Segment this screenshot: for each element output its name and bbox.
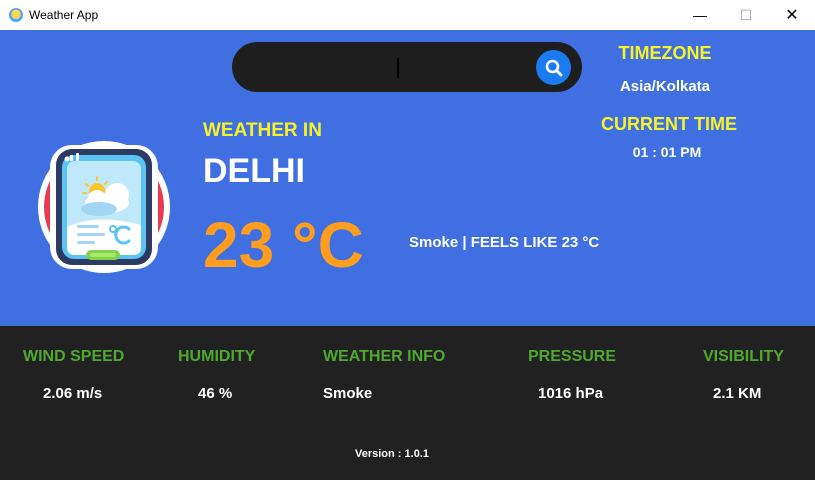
current-time-value: 01 : 01 PM	[632, 144, 702, 160]
weather-app-logo-icon	[38, 141, 170, 273]
pressure-value: 1016 hPa	[538, 385, 604, 402]
visibility-label: VISIBILITY	[703, 348, 784, 365]
wind-speed-value: 2.06 m/s	[43, 385, 103, 402]
text-cursor	[397, 58, 399, 78]
visibility-stat: VISIBILITY 2.1 KM	[703, 348, 803, 402]
weather-info-stat: WEATHER INFO Smoke	[323, 348, 473, 402]
visibility-value: 2.1 KM	[713, 385, 762, 402]
minimize-button[interactable]: —	[677, 0, 723, 30]
humidity-value: 46 %	[198, 385, 233, 402]
timezone-value: Asia/Kolkata	[619, 78, 711, 95]
close-icon: ✕	[785, 7, 799, 24]
weather-panel: TIMEZONE Asia/Kolkata CURRENT TIME 01 : …	[0, 30, 815, 326]
humidity-label: HUMIDITY	[178, 348, 256, 365]
maximize-button[interactable]: ☐	[723, 0, 769, 30]
title-bar: Weather App — ☐ ✕	[0, 0, 815, 30]
wind-speed-label: WIND SPEED	[23, 348, 125, 365]
app-icon	[9, 8, 23, 22]
temperature: 23 °C	[203, 209, 364, 281]
minimize-icon: —	[693, 7, 707, 23]
timezone-label: TIMEZONE	[618, 43, 712, 63]
city-name: DELHI	[203, 152, 305, 190]
humidity-stat: HUMIDITY 46 %	[178, 348, 328, 402]
pressure-label: PRESSURE	[528, 348, 617, 365]
search-icon	[545, 59, 562, 76]
search-button[interactable]	[536, 50, 571, 85]
weather-in-heading: WEATHER IN	[203, 120, 322, 141]
pressure-stat: PRESSURE 1016 hPa	[528, 348, 678, 402]
condition-feels-like: Smoke | FEELS LIKE 23 °C	[409, 234, 600, 251]
search-input[interactable]	[232, 42, 582, 92]
close-button[interactable]: ✕	[769, 0, 815, 30]
current-time-label: CURRENT TIME	[601, 114, 737, 134]
maximize-icon: ☐	[739, 6, 753, 23]
weather-info-value: Smoke	[323, 385, 373, 402]
wind-speed-stat: WIND SPEED 2.06 m/s	[23, 348, 173, 402]
weather-info-label: WEATHER INFO	[323, 348, 446, 365]
window-title: Weather App	[29, 8, 99, 22]
version-text: Version : 1.0.1	[355, 448, 429, 460]
stats-panel: WIND SPEED 2.06 m/s HUMIDITY 46 % WEATHE…	[0, 326, 815, 480]
